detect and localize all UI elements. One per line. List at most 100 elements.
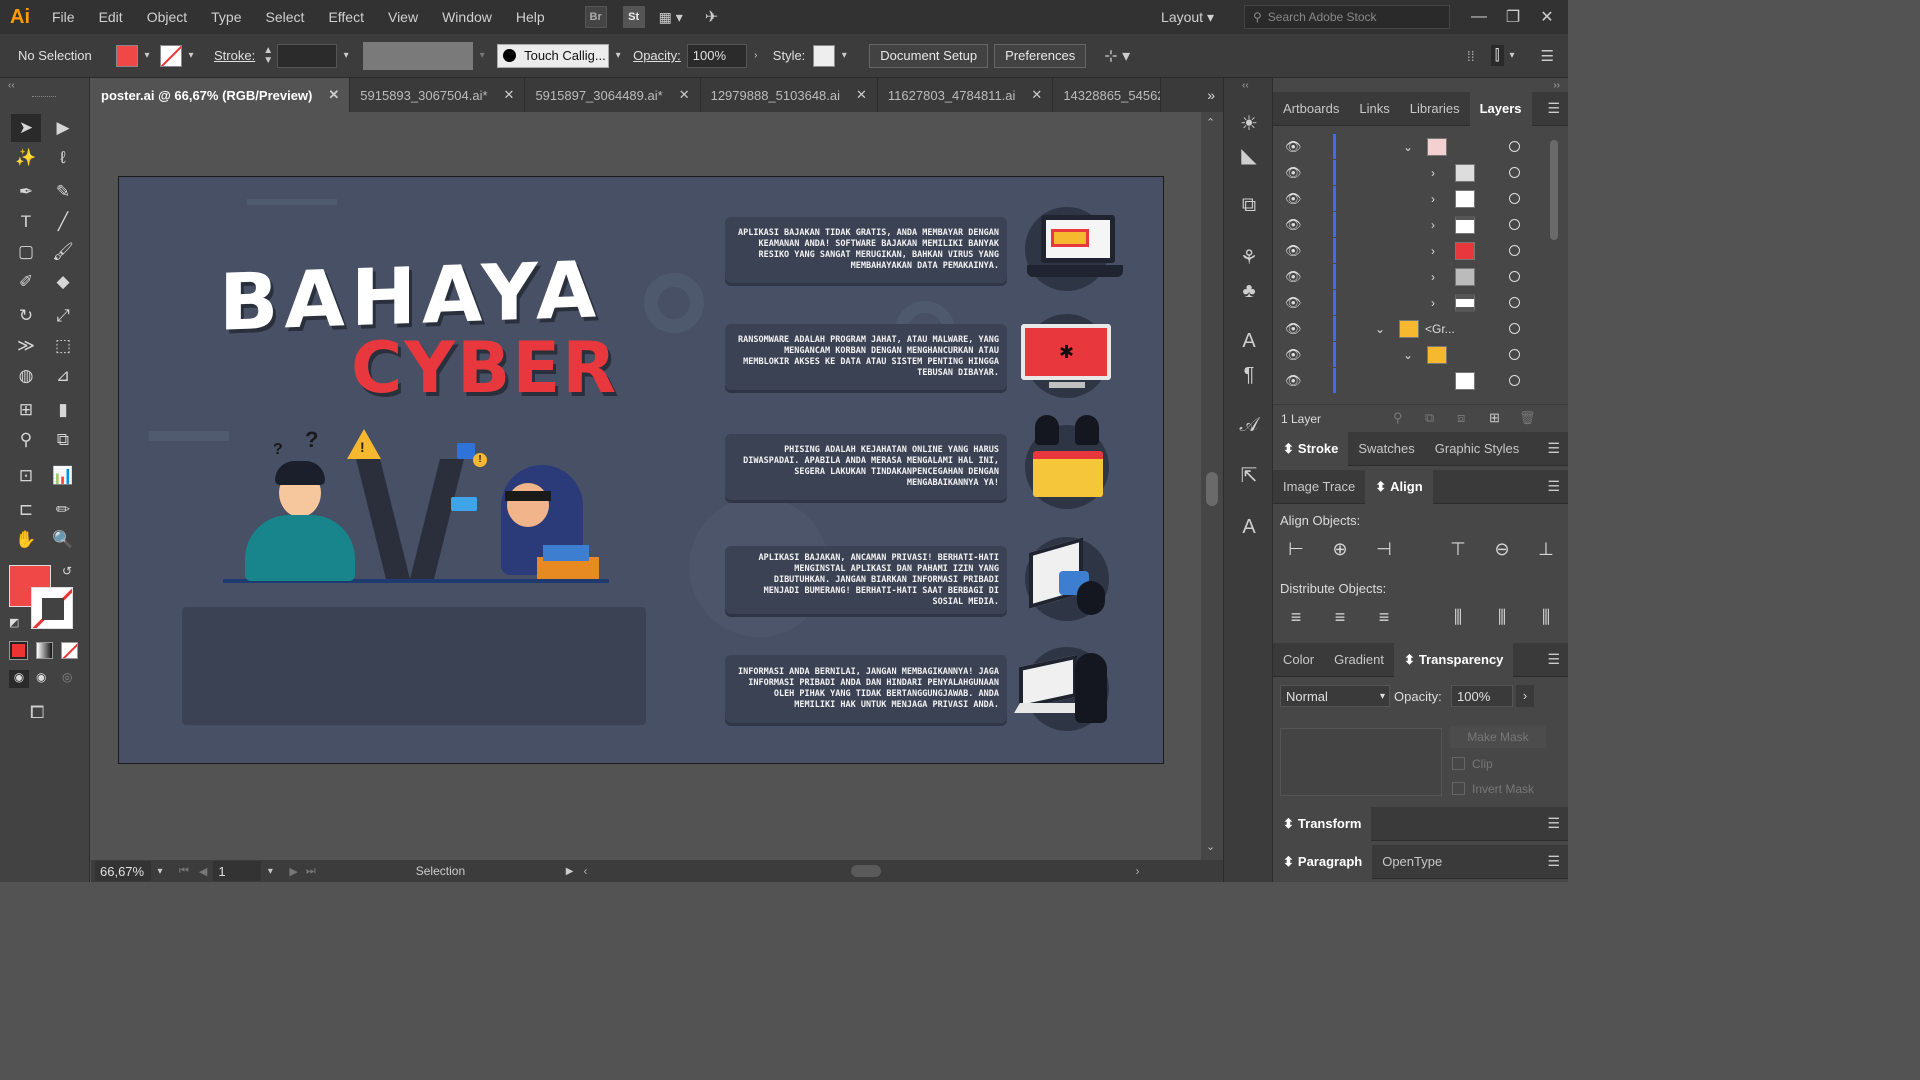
visibility-eye-icon[interactable]: 👁 bbox=[1285, 165, 1302, 181]
character-panel-icon[interactable]: A bbox=[1234, 512, 1264, 542]
status-tool-label[interactable]: Selection bbox=[416, 864, 566, 878]
visibility-eye-icon[interactable]: 👁 bbox=[1285, 269, 1302, 285]
zoom-tool-icon[interactable]: 🔍 bbox=[48, 526, 78, 554]
transparency-panel-menu-icon[interactable]: ☰ bbox=[1547, 651, 1560, 668]
workspace-switcher[interactable]: Layout ▾ bbox=[1161, 9, 1214, 26]
restore-button[interactable]: ❐ bbox=[1496, 7, 1530, 27]
magic-wand-tool-icon[interactable]: ✨ bbox=[11, 144, 41, 172]
gpu-performance-icon[interactable]: ✈ bbox=[705, 7, 718, 27]
layer-row[interactable]: 👁 › bbox=[1281, 238, 1551, 263]
arrange-documents-icon[interactable]: ▦ ▾ bbox=[659, 9, 683, 26]
info-box-2[interactable]: Ransomware adalah program jahat, atau ma… bbox=[725, 324, 1007, 390]
make-clip-mask-icon[interactable]: ⧉ bbox=[1425, 410, 1434, 426]
tab-stroke[interactable]: ⬍ Stroke bbox=[1273, 431, 1349, 466]
align-right-icon[interactable]: ⊣ bbox=[1373, 538, 1395, 560]
tab-5915897[interactable]: 5915897_3064489.ai* ✕ bbox=[525, 78, 701, 112]
brush-definition[interactable]: Touch Callig... bbox=[497, 43, 610, 68]
expand-chevron-icon[interactable]: › bbox=[1431, 192, 1435, 206]
tab-paragraph[interactable]: ⬍ Paragraph bbox=[1273, 844, 1373, 879]
curvature-tool-icon[interactable]: ✎ bbox=[48, 178, 78, 206]
target-circle-icon[interactable] bbox=[1509, 349, 1520, 360]
info-box-4[interactable]: Aplikasi bajakan, ancaman privasi! Berha… bbox=[725, 546, 1007, 614]
menu-select[interactable]: Select bbox=[254, 0, 317, 34]
opacity-label[interactable]: Opacity: bbox=[633, 48, 681, 63]
layer-row[interactable]: 👁 › bbox=[1281, 290, 1551, 315]
shape-builder-tool-icon[interactable]: ◍ bbox=[11, 362, 41, 390]
tab-graphic-styles[interactable]: Graphic Styles bbox=[1425, 432, 1530, 466]
delete-layer-icon[interactable]: 🗑 bbox=[1519, 410, 1536, 426]
appearance-panel-icon[interactable]: ☀ bbox=[1234, 108, 1264, 138]
paintbrush-tool-icon[interactable]: 🖌 bbox=[48, 238, 78, 266]
layer-row[interactable]: 👁 › bbox=[1281, 212, 1551, 237]
stroke-stepper[interactable]: ▲ ▼ bbox=[263, 45, 273, 66]
blend-mode-select[interactable]: Normal ▾ bbox=[1280, 685, 1390, 707]
eraser-tool-icon[interactable]: ◆ bbox=[48, 268, 78, 296]
width-tool-icon[interactable]: ≫ bbox=[11, 332, 41, 360]
stock-button[interactable]: St bbox=[622, 6, 645, 28]
minimize-button[interactable]: — bbox=[1462, 8, 1496, 26]
target-circle-icon[interactable] bbox=[1509, 297, 1520, 308]
target-circle-icon[interactable] bbox=[1509, 323, 1520, 334]
zoom-level-field[interactable]: 66,67% bbox=[95, 861, 151, 881]
align-options-icon[interactable]: ⫿ bbox=[1490, 45, 1504, 66]
preferences-button[interactable]: Preferences bbox=[994, 43, 1087, 68]
perspective-grid-tool-icon[interactable]: ⊿ bbox=[48, 362, 78, 390]
blend-tool-icon[interactable]: ⧉ bbox=[48, 426, 78, 454]
collapse-chevron-icon[interactable]: ⌄ bbox=[1403, 140, 1413, 154]
layer-row[interactable]: 👁 › bbox=[1281, 264, 1551, 289]
free-transform-tool-icon[interactable]: ⬚ bbox=[48, 332, 78, 360]
brush-dropdown[interactable]: ▾ bbox=[609, 50, 627, 61]
artboard-tool-icon[interactable]: ⊏ bbox=[11, 496, 41, 524]
align-options-dropdown[interactable]: ▾ bbox=[1510, 50, 1515, 61]
info-box-3[interactable]: Phising adalah kejahatan online yang har… bbox=[725, 434, 1007, 500]
lasso-tool-icon[interactable]: ℓ bbox=[48, 144, 78, 172]
symbol-sprayer-tool-icon[interactable]: ⊡ bbox=[11, 462, 41, 490]
visibility-eye-icon[interactable]: 👁 bbox=[1285, 373, 1302, 389]
scroll-thumb[interactable] bbox=[1206, 472, 1218, 506]
color-guide-icon[interactable]: ◣ bbox=[1234, 140, 1264, 170]
artboards-panel-icon[interactable]: ⧉ bbox=[1234, 190, 1264, 220]
screen-mode-icon[interactable]: ⧠ bbox=[30, 702, 44, 723]
horizontal-scroll-thumb[interactable] bbox=[851, 865, 882, 877]
canvas-area[interactable]: BAHAYA CYBER ? ? ! ! Aplikasi bajakan ti… bbox=[91, 112, 1201, 860]
menu-edit[interactable]: Edit bbox=[87, 0, 135, 34]
expand-chevron-icon[interactable]: › bbox=[1431, 296, 1435, 310]
opacity-arrow-icon[interactable]: › bbox=[1516, 685, 1534, 707]
distribute-right-icon[interactable]: ⫼ bbox=[1535, 606, 1557, 628]
visibility-eye-icon[interactable]: 👁 bbox=[1285, 191, 1302, 207]
stroke-dropdown[interactable]: ▾ bbox=[182, 50, 200, 61]
mesh-tool-icon[interactable]: ⊞ bbox=[11, 396, 41, 424]
tab-5915893[interactable]: 5915893_3067504.ai* ✕ bbox=[350, 78, 526, 112]
close-window-button[interactable]: ✕ bbox=[1530, 7, 1564, 27]
visibility-eye-icon[interactable]: 👁 bbox=[1285, 139, 1302, 155]
draw-inside-icon[interactable]: ◎ bbox=[62, 670, 72, 684]
close-tab-icon[interactable]: ✕ bbox=[679, 87, 690, 103]
stroke-panel-menu-icon[interactable]: ☰ bbox=[1547, 440, 1560, 457]
close-tab-icon[interactable]: ✕ bbox=[328, 87, 339, 103]
style-dropdown[interactable]: ▾ bbox=[835, 50, 853, 61]
tab-11627803[interactable]: 11627803_4784811.ai ✕ bbox=[878, 78, 1054, 112]
menu-window[interactable]: Window bbox=[430, 0, 504, 34]
stroke-label[interactable]: Stroke: bbox=[214, 48, 255, 63]
tab-libraries[interactable]: Libraries bbox=[1400, 92, 1470, 126]
layer-row[interactable]: 👁 › bbox=[1281, 160, 1551, 185]
zoom-dropdown[interactable]: ▾ bbox=[151, 866, 169, 877]
info-box-5[interactable]: Informasi Anda Bernilai, Jangan Membagik… bbox=[725, 655, 1007, 723]
scroll-down-icon[interactable]: ⌄ bbox=[1206, 840, 1215, 853]
default-colors-icon[interactable]: ◩ bbox=[9, 616, 19, 629]
gradient-mode-icon[interactable] bbox=[36, 642, 53, 659]
fill-swatch[interactable] bbox=[116, 44, 138, 67]
make-mask-button[interactable]: Make Mask bbox=[1450, 726, 1546, 748]
distribute-top-icon[interactable]: ≡ bbox=[1285, 606, 1307, 628]
panel-menu-icon[interactable]: ☰ bbox=[1541, 47, 1554, 65]
target-circle-icon[interactable] bbox=[1509, 167, 1520, 178]
hand-tool-icon[interactable]: ✋ bbox=[11, 526, 41, 554]
tab-links[interactable]: Links bbox=[1349, 92, 1399, 126]
blank-text-box[interactable] bbox=[182, 607, 646, 725]
align-top-icon[interactable]: ⊤ bbox=[1447, 538, 1469, 560]
align-hcenter-icon[interactable]: ⊕ bbox=[1329, 538, 1351, 560]
target-circle-icon[interactable] bbox=[1509, 375, 1520, 386]
prev-artboard-icon[interactable]: ◀ bbox=[199, 865, 207, 878]
stroke-weight-dropdown[interactable]: ▾ bbox=[337, 50, 355, 61]
vertical-scrollbar[interactable]: ⌃ ⌄ bbox=[1201, 112, 1223, 860]
